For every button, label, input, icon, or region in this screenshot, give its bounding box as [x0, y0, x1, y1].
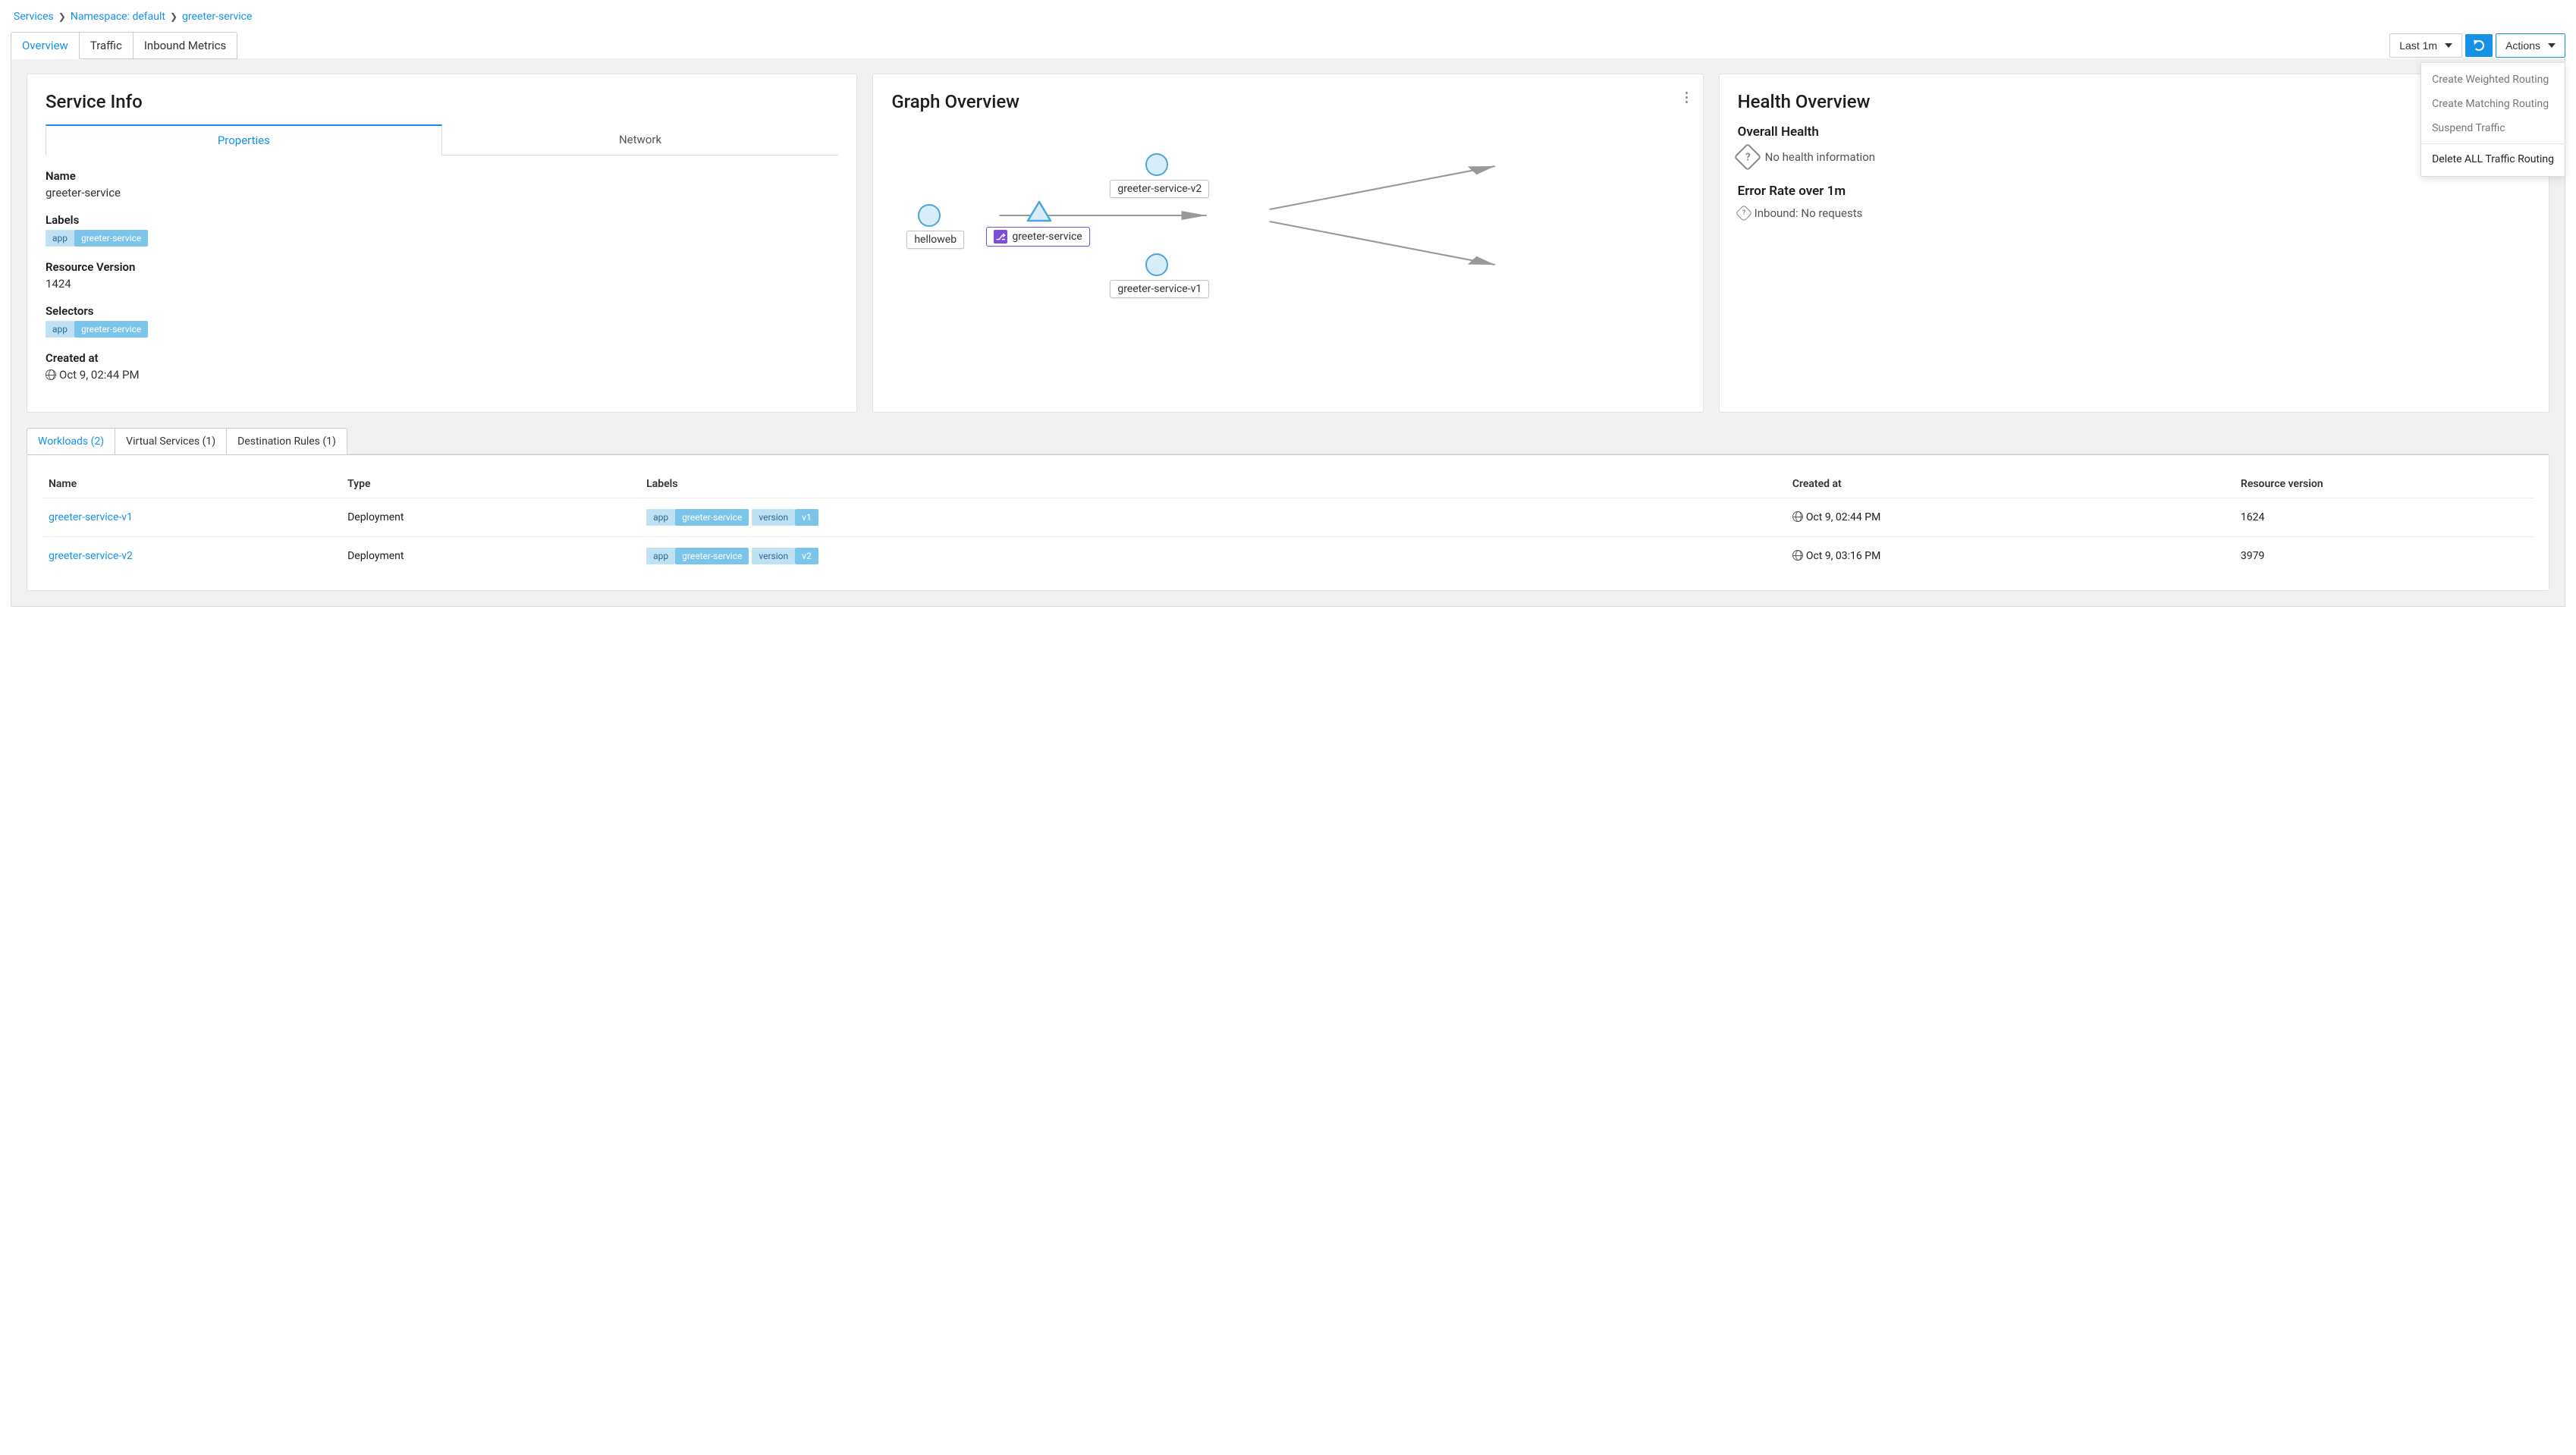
timerange-select[interactable]: Last 1m [2389, 33, 2462, 58]
graph-label-greeter-service: ⎇ greeter-service [986, 227, 1089, 247]
tab-overview[interactable]: Overview [11, 32, 80, 59]
action-create-weighted-routing[interactable]: Create Weighted Routing [2421, 68, 2565, 92]
graph-overview-title: Graph Overview [891, 91, 1684, 112]
graph-canvas: helloweb ⎇ greeter-service greeter-servi… [891, 124, 1684, 344]
overall-health-label: Overall Health [1738, 124, 2530, 140]
tab-workloads[interactable]: Workloads (2) [27, 428, 115, 454]
error-rate-label: Error Rate over 1m [1738, 184, 2530, 199]
col-rv: Resource version [2235, 470, 2534, 498]
graph-overview-card: Graph Overview helloweb [872, 74, 1703, 413]
resource-version-value: 1424 [46, 277, 838, 291]
error-rate-value: Inbound: No requests [1755, 206, 1863, 220]
service-info-card: Service Info Properties Network Name gre… [27, 74, 857, 413]
health-unknown-icon: ? [1735, 205, 1752, 222]
refresh-button[interactable] [2465, 34, 2493, 57]
label-value: v1 [795, 509, 818, 526]
col-type: Type [341, 470, 640, 498]
graph-label-greeter-service-v2: greeter-service-v2 [1110, 180, 1209, 198]
labels-chips: app greeter-service [46, 230, 838, 247]
label-value: greeter-service [74, 230, 148, 247]
table-row: greeter-service-v1Deploymentappgreeter-s… [42, 498, 2534, 537]
chevron-right-icon: ❯ [58, 11, 66, 22]
graph-label-helloweb: helloweb [906, 231, 964, 249]
workload-link[interactable]: greeter-service-v1 [49, 511, 133, 523]
table-row: greeter-service-v2Deploymentappgreeter-s… [42, 537, 2534, 576]
workload-type: Deployment [341, 498, 640, 537]
virtual-service-icon: ⎇ [994, 230, 1007, 244]
actions-button[interactable]: Actions [2496, 33, 2565, 58]
graph-label-greeter-service-v1: greeter-service-v1 [1110, 280, 1209, 298]
chevron-down-icon [2445, 43, 2452, 48]
workload-rv: 1624 [2235, 498, 2534, 537]
created-at-label: Created at [46, 351, 838, 365]
action-suspend-traffic[interactable]: Suspend Traffic [2421, 116, 2565, 140]
breadcrumb-namespace[interactable]: Namespace: default [71, 11, 165, 23]
actions-label: Actions [2505, 39, 2540, 52]
globe-icon [1792, 550, 1803, 561]
col-labels: Labels [640, 470, 1786, 498]
breadcrumb-services[interactable]: Services [14, 11, 54, 23]
label-key: version [752, 509, 795, 526]
workload-created: Oct 9, 02:44 PM [1786, 498, 2235, 537]
tab-traffic[interactable]: Traffic [80, 32, 134, 59]
bottom-tabs: Workloads (2) Virtual Services (1) Desti… [27, 428, 2549, 454]
breadcrumb-service[interactable]: greeter-service [182, 11, 252, 23]
breadcrumb: Services ❯ Namespace: default ❯ greeter-… [11, 8, 2565, 32]
workload-labels: appgreeter-serviceversionv1 [640, 498, 1786, 537]
label-value: v2 [795, 548, 818, 564]
overall-health-value: No health information [1765, 150, 1875, 164]
health-overview-title: Health Overview [1738, 91, 2530, 112]
tab-properties[interactable]: Properties [46, 124, 442, 156]
labels-label: Labels [46, 213, 838, 227]
tab-destination-rules[interactable]: Destination Rules (1) [227, 428, 347, 454]
globe-icon [1792, 511, 1803, 522]
tab-virtual-services[interactable]: Virtual Services (1) [115, 428, 227, 454]
workload-labels: appgreeter-serviceversionv2 [640, 537, 1786, 576]
label-value: greeter-service [675, 509, 749, 526]
main-tabs: Overview Traffic Inbound Metrics [11, 32, 237, 59]
name-label: Name [46, 169, 838, 183]
service-info-title: Service Info [46, 91, 838, 112]
timerange-label: Last 1m [2399, 39, 2437, 52]
workload-created: Oct 9, 03:16 PM [1786, 537, 2235, 576]
chevron-down-icon [2548, 43, 2556, 48]
label-key: version [752, 548, 795, 564]
workload-type: Deployment [341, 537, 640, 576]
selector-key: app [46, 321, 74, 338]
created-at-value: Oct 9, 02:44 PM [46, 368, 838, 382]
tab-inbound-metrics[interactable]: Inbound Metrics [134, 32, 237, 59]
label-key: app [646, 548, 675, 564]
selector-value: greeter-service [74, 321, 148, 338]
globe-icon [46, 369, 56, 380]
selectors-chips: app greeter-service [46, 321, 838, 338]
resource-version-label: Resource Version [46, 260, 838, 274]
workloads-table: Name Type Labels Created at Resource ver… [42, 470, 2534, 575]
chevron-right-icon: ❯ [170, 11, 177, 22]
actions-dropdown: Create Weighted Routing Create Matching … [2420, 62, 2565, 177]
name-value: greeter-service [46, 186, 838, 200]
col-created: Created at [1786, 470, 2235, 498]
health-unknown-icon: ? [1733, 143, 1761, 171]
tab-network[interactable]: Network [442, 124, 839, 155]
label-key: app [646, 509, 675, 526]
selectors-label: Selectors [46, 304, 838, 318]
label-key: app [46, 230, 74, 247]
refresh-icon [2474, 40, 2484, 51]
graph-node-greeter-service[interactable] [1026, 200, 1052, 226]
dropdown-separator [2421, 143, 2565, 144]
label-value: greeter-service [675, 548, 749, 564]
workload-link[interactable]: greeter-service-v2 [49, 550, 133, 562]
action-create-matching-routing[interactable]: Create Matching Routing [2421, 92, 2565, 116]
kebab-icon[interactable] [1685, 90, 1688, 105]
col-name: Name [42, 470, 341, 498]
workload-rv: 3979 [2235, 537, 2534, 576]
action-delete-all-traffic-routing[interactable]: Delete ALL Traffic Routing [2421, 147, 2565, 171]
